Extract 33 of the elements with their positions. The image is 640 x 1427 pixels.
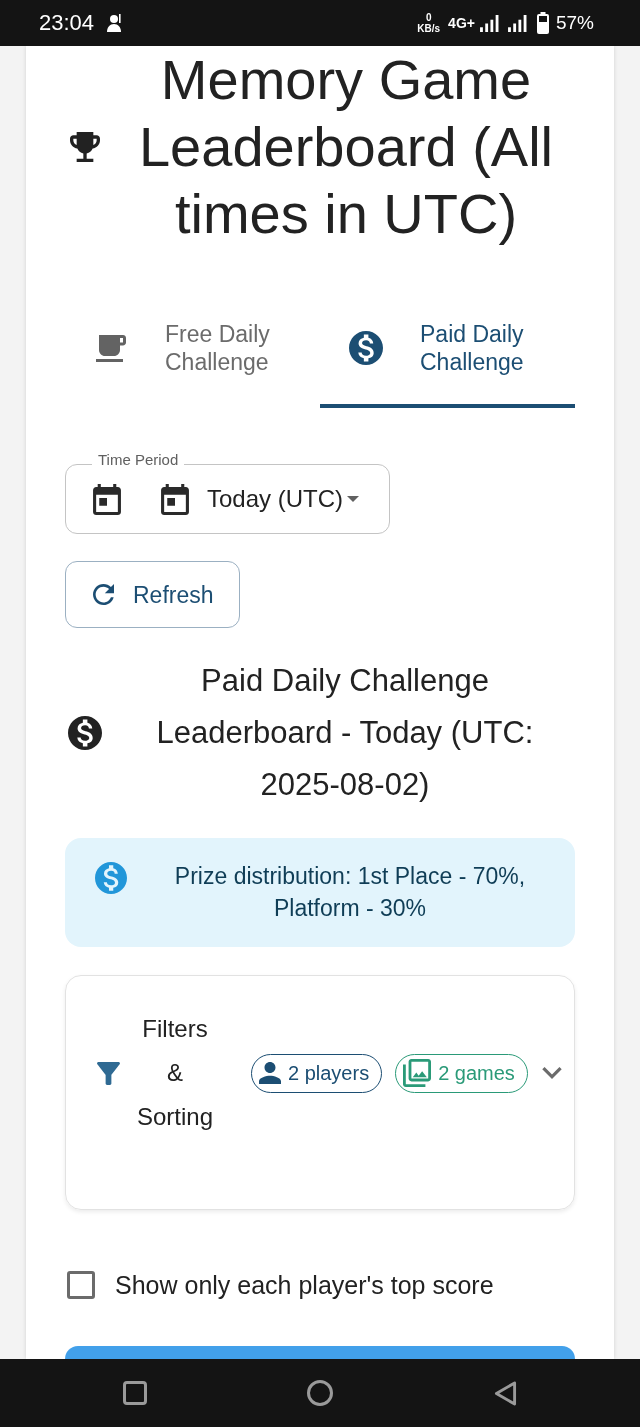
home-icon[interactable]	[307, 1380, 333, 1406]
filter-icon	[97, 1061, 120, 1085]
battery-icon	[536, 12, 549, 34]
tab[interactable]: Paid Daily Challenge	[320, 318, 575, 408]
speed-unit: KB/s	[417, 23, 441, 34]
back-icon[interactable]	[494, 1380, 517, 1406]
signal-icon	[479, 14, 499, 32]
dropdown-arrow-icon	[347, 496, 360, 502]
tab[interactable]: Free Daily Challenge	[65, 318, 320, 408]
signal-icon	[507, 14, 527, 32]
dollar-icon	[68, 716, 102, 750]
prize-info-text: Prize distribution: 1st Place - 70%, Platform - 30%	[173, 862, 527, 923]
select-value: Today (UTC)	[207, 484, 344, 514]
battery-percent: 57%	[555, 12, 594, 34]
trophy-icon	[70, 131, 100, 162]
checkbox-label: Show only each player's top score	[115, 1270, 494, 1301]
calendar-icon	[93, 483, 121, 515]
clock-time: 23:04	[39, 10, 95, 36]
speed-value: 0	[425, 12, 432, 23]
dollar-icon	[95, 862, 127, 894]
recents-icon[interactable]	[123, 1381, 147, 1405]
checkbox[interactable]	[67, 1271, 95, 1299]
dollar-icon	[349, 331, 383, 365]
person-icon	[259, 1062, 281, 1084]
refresh-icon	[93, 584, 114, 605]
network-type: 4G+	[448, 14, 475, 32]
cup-icon	[96, 334, 126, 362]
filters-title: Filters & Sorting	[135, 1014, 214, 1132]
images-icon	[403, 1059, 432, 1087]
leaderboard-heading: Paid Daily Challenge Leaderboard - Today (UTC: 2025-08-02)	[155, 662, 535, 804]
calendar-icon	[161, 483, 189, 515]
page-title: Memory Game Leaderboard (All times in UTC)	[137, 47, 554, 247]
refresh-button[interactable]: Refresh	[65, 561, 240, 628]
